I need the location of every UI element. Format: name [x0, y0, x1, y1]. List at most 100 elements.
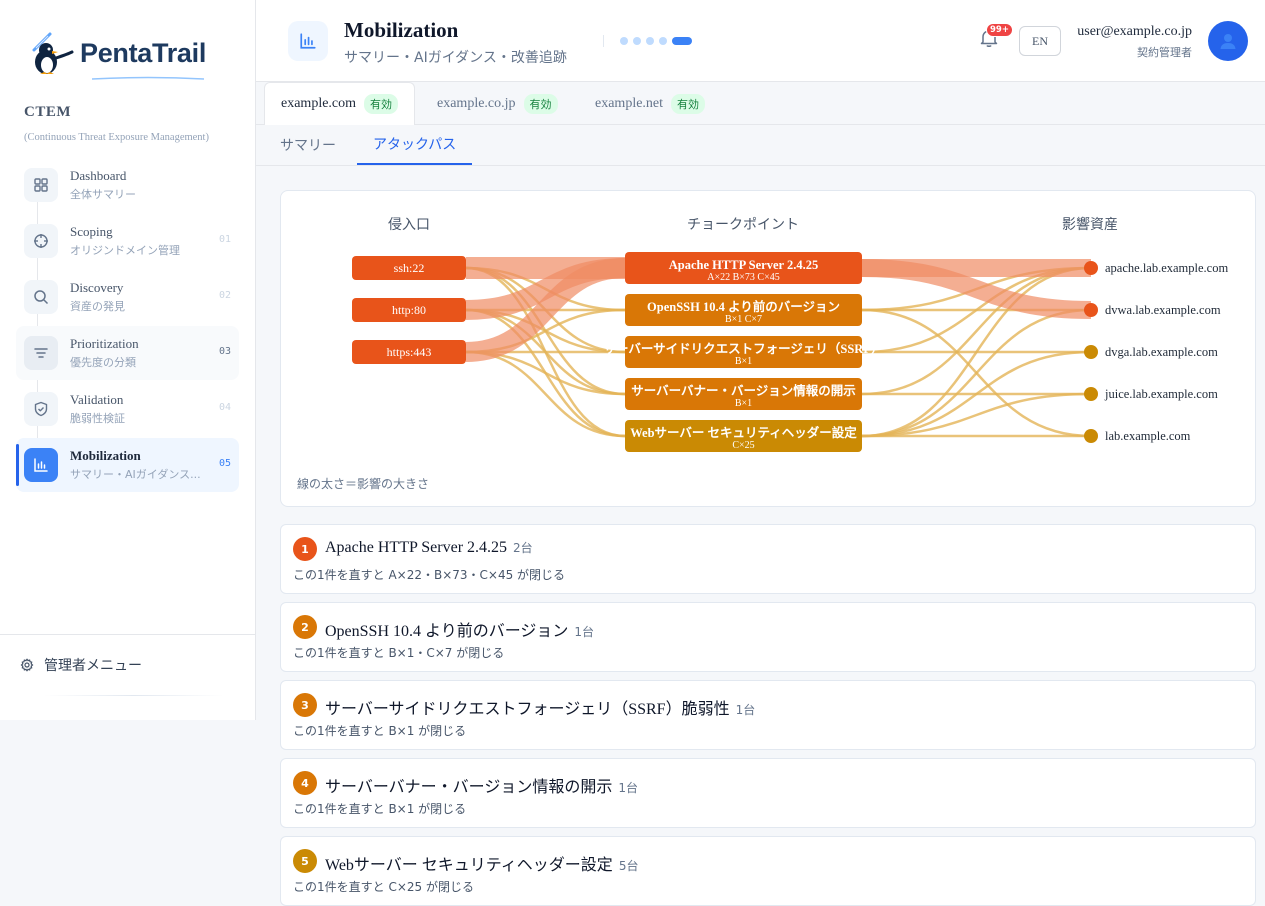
chokepoint-node-count: B×1	[735, 356, 752, 367]
step-progress	[620, 37, 692, 45]
column-header-asset: 影響資産	[1062, 217, 1118, 233]
penguin-logo-icon	[32, 32, 74, 74]
chokepoint-node: サーバーサイドリクエストフォージェリ（SSRF）B×1	[604, 336, 884, 368]
step-number: 05	[218, 458, 231, 469]
sidebar-item-subtitle: 資産の発見	[70, 300, 125, 313]
finding-description: この1件を直すと B×1 が閉じる	[293, 724, 467, 738]
status-badge: 有効	[523, 93, 558, 114]
finding-title-text: Apache HTTP Server 2.4.25	[325, 539, 508, 556]
finding-card[interactable]: 1 Apache HTTP Server 2.4.25 2台 この1件を直すと A×2…	[280, 524, 1256, 594]
tab-attack-path[interactable]: アタックパス	[357, 125, 473, 165]
column-header-entry: 侵入口	[388, 217, 430, 233]
asset-node-label: dvga.lab.example.com	[1105, 345, 1218, 359]
host-count: 1台	[618, 781, 639, 795]
view-tabs: サマリー アタックパス	[256, 125, 1265, 166]
asset-node: dvwa.lab.example.com	[1084, 303, 1221, 317]
sidebar-item-validation[interactable]: Validation 脆弱性検証 04	[16, 382, 239, 436]
chokepoint-node-count: C×25	[732, 440, 754, 451]
sidebar-item-title: Dashboard	[70, 168, 127, 183]
sidebar-item-title: Discovery	[70, 280, 124, 295]
gear-icon	[20, 658, 34, 672]
sidebar-item-subtitle: オリジンドメイン管理	[70, 244, 180, 257]
asset-node-dot	[1084, 303, 1098, 317]
sidebar: PentaTrail CTEM (Continuous Threat Expos…	[0, 0, 256, 720]
chokepoint-node-label: OpenSSH 10.4 より前のバージョン	[647, 299, 840, 314]
bar-chart-icon	[288, 21, 328, 61]
finding-card[interactable]: 2 OpenSSH 10.4 より前のバージョン 1台 この1件を直すと B×1・C×…	[280, 602, 1256, 672]
finding-title-text: サーバーバナー・バージョン情報の開示	[325, 779, 613, 796]
asset-node-label: apache.lab.example.com	[1105, 261, 1228, 275]
asset-node: juice.lab.example.com	[1084, 387, 1218, 401]
finding-title: Apache HTTP Server 2.4.25 2台	[325, 539, 533, 557]
finding-title: OpenSSH 10.4 より前のバージョン 1台	[325, 617, 594, 641]
page-header: Mobilization サマリー・AIガイダンス・改善追跡 99+ EN us…	[256, 0, 1265, 82]
host-count: 2台	[513, 541, 533, 555]
finding-title-text: OpenSSH 10.4 より前のバージョン	[325, 623, 569, 640]
status-badge: 有効	[671, 93, 706, 114]
sidebar-item-subtitle: 脆弱性検証	[70, 412, 125, 425]
sidebar-item-prioritization[interactable]: Prioritization 優先度の分類 03	[16, 326, 239, 380]
chokepoint-node: Apache HTTP Server 2.4.25A×22 B×73 C×45	[625, 252, 862, 284]
chokepoint-node-count: B×1	[735, 398, 752, 409]
tab-domain-example-com[interactable]: example.com 有効	[264, 82, 416, 126]
finding-card[interactable]: 4 サーバーバナー・バージョン情報の開示 1台 この1件を直すと B×1 が閉じる	[280, 758, 1256, 828]
logo-text: PentaTrail	[80, 37, 207, 68]
crosshair-icon	[24, 224, 58, 258]
step-number: 04	[218, 402, 231, 413]
sidebar-item-title: Validation	[70, 392, 124, 407]
sidebar-item-scoping[interactable]: Scoping オリジンドメイン管理 01	[16, 214, 239, 268]
avatar[interactable]	[1208, 21, 1248, 61]
host-count: 1台	[574, 625, 595, 639]
step-number: 02	[218, 290, 231, 301]
step-dot	[659, 37, 667, 45]
entry-node: https:443	[352, 340, 466, 364]
tab-label: example.com	[281, 96, 357, 111]
entry-node: ssh:22	[352, 256, 466, 280]
logo-underline	[92, 76, 204, 80]
asset-node: apache.lab.example.com	[1084, 261, 1228, 275]
finding-title-text: Webサーバー セキュリティヘッダー設定	[325, 857, 613, 874]
step-number: 01	[218, 234, 231, 245]
sidebar-item-mobilization[interactable]: Mobilization サマリー・AIガイダンス... 05	[16, 438, 239, 492]
finding-card[interactable]: 5 Webサーバー セキュリティヘッダー設定 5台 この1件を直すと C×25 が閉じ…	[280, 836, 1256, 906]
admin-menu-label: 管理者メニュー	[44, 658, 142, 674]
step-number: 03	[218, 346, 231, 357]
entry-node-label: http:80	[392, 303, 426, 317]
chokepoint-node-count: A×22 B×73 C×45	[707, 272, 779, 283]
admin-menu-button[interactable]: 管理者メニュー	[0, 634, 256, 695]
asset-node-label: dvwa.lab.example.com	[1105, 303, 1221, 317]
finding-title: サーバーサイドリクエストフォージェリ（SSRF）脆弱性 1台	[325, 695, 755, 719]
finding-description: この1件を直すと C×25 が閉じる	[293, 880, 474, 894]
sidebar-item-discovery[interactable]: Discovery 資産の発見 02	[16, 270, 239, 324]
page-title: Mobilization	[344, 18, 459, 42]
tab-domain-example-co-jp[interactable]: example.co.jp 有効	[421, 82, 574, 125]
divider	[603, 35, 604, 47]
asset-node: lab.example.com	[1084, 429, 1191, 443]
sidebar-item-title: Mobilization	[70, 448, 141, 463]
chokepoint-node-label: サーバーバナー・バージョン情報の開示	[631, 383, 856, 398]
chokepoint-node-count: B×1 C×7	[725, 314, 762, 325]
finding-card[interactable]: 3 サーバーサイドリクエストフォージェリ（SSRF）脆弱性 1台 この1件を直すと B…	[280, 680, 1256, 750]
chokepoint-node-label: サーバーサイドリクエストフォージェリ（SSRF）	[604, 341, 884, 356]
attack-path-svg: ssh:22 http:80 https:443 Apache HTTP Server…	[352, 252, 1228, 452]
asset-node-dot	[1084, 429, 1098, 443]
asset-node-label: juice.lab.example.com	[1104, 387, 1218, 401]
filter-lines-icon	[24, 336, 58, 370]
tab-label: example.net	[595, 95, 664, 111]
asset-node-label: lab.example.com	[1105, 429, 1191, 443]
logo[interactable]: PentaTrail	[28, 30, 206, 76]
finding-description: この1件を直すと A×22・B×73・C×45 が閉じる	[293, 568, 566, 582]
status-badge: 有効	[364, 94, 399, 114]
language-toggle-button[interactable]: EN	[1019, 26, 1061, 56]
sidebar-item-title: Prioritization	[70, 336, 139, 351]
chokepoint-node: OpenSSH 10.4 より前のバージョンB×1 C×7	[625, 294, 862, 326]
notification-badge: 99+	[986, 23, 1013, 37]
host-count: 1台	[735, 703, 756, 717]
finding-title: サーバーバナー・バージョン情報の開示 1台	[325, 773, 638, 797]
finding-description: この1件を直すと B×1 が閉じる	[293, 802, 467, 816]
rank-badge: 2	[293, 615, 317, 639]
entry-node-label: ssh:22	[394, 261, 425, 275]
sidebar-item-dashboard[interactable]: Dashboard 全体サマリー	[16, 158, 239, 212]
tab-domain-example-net[interactable]: example.net 有効	[579, 82, 721, 125]
tab-summary[interactable]: サマリー	[264, 125, 352, 165]
